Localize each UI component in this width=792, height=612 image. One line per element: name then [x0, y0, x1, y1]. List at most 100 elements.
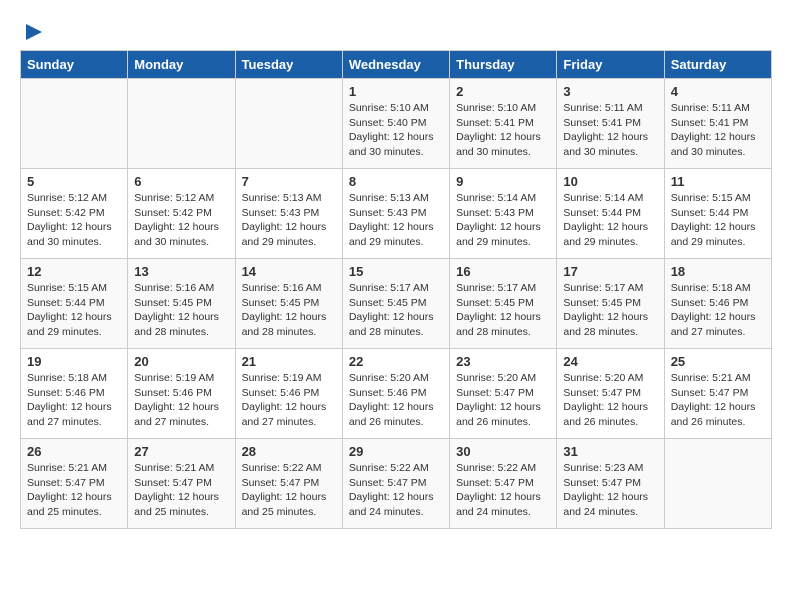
day-info: Sunrise: 5:10 AM Sunset: 5:40 PM Dayligh… [349, 101, 443, 160]
day-number: 26 [27, 444, 121, 459]
calendar-cell: 1Sunrise: 5:10 AM Sunset: 5:40 PM Daylig… [342, 79, 449, 169]
day-number: 4 [671, 84, 765, 99]
calendar-week-3: 12 Sunrise: 5:15 AM Sunset: 5:44 PM Dayli… [21, 259, 772, 349]
day-info: Sunrise: 5:19 AM Sunset: 5:46 PM Dayligh… [134, 371, 228, 430]
day-number: 3 [563, 84, 657, 99]
day-info: Sunrise: 5:17 AM Sunset: 5:45 PM Dayligh… [456, 281, 550, 340]
day-number: 16 [456, 264, 550, 279]
day-number: 20 [134, 354, 228, 369]
day-info: Sunrise: 5:15 AM Sunset: 5:44 PM Dayligh… [671, 191, 765, 250]
day-info: Sunrise: 5:13 AM Sunset: 5:43 PM Dayligh… [349, 191, 443, 250]
calendar-cell: 11 Sunrise: 5:15 AM Sunset: 5:44 PM Dayli… [664, 169, 771, 259]
logo [20, 20, 46, 40]
day-info: Sunrise: 5:11 AM Sunset: 5:41 PM Dayligh… [671, 101, 765, 160]
day-header-sunday: Sunday [21, 51, 128, 79]
day-info: Sunrise: 5:17 AM Sunset: 5:45 PM Dayligh… [349, 281, 443, 340]
calendar-cell: 25Sunrise: 5:21 AM Sunset: 5:47 PM Dayli… [664, 349, 771, 439]
calendar-cell [235, 79, 342, 169]
calendar-header-row: SundayMondayTuesdayWednesdayThursdayFrid… [21, 51, 772, 79]
day-info: Sunrise: 5:20 AM Sunset: 5:47 PM Dayligh… [456, 371, 550, 430]
calendar-cell: 31Sunrise: 5:23 AM Sunset: 5:47 PM Dayli… [557, 439, 664, 529]
calendar-cell: 30Sunrise: 5:22 AM Sunset: 5:47 PM Dayli… [450, 439, 557, 529]
calendar-cell: 29 Sunrise: 5:22 AM Sunset: 5:47 PM Dayli… [342, 439, 449, 529]
day-info: Sunrise: 5:16 AM Sunset: 5:45 PM Dayligh… [134, 281, 228, 340]
calendar-cell [21, 79, 128, 169]
day-number: 11 [671, 174, 765, 189]
day-number: 15 [349, 264, 443, 279]
day-number: 13 [134, 264, 228, 279]
calendar-cell: 8 Sunrise: 5:13 AM Sunset: 5:43 PM Daylig… [342, 169, 449, 259]
day-info: Sunrise: 5:17 AM Sunset: 5:45 PM Dayligh… [563, 281, 657, 340]
day-info: Sunrise: 5:14 AM Sunset: 5:44 PM Dayligh… [563, 191, 657, 250]
day-header-thursday: Thursday [450, 51, 557, 79]
day-number: 6 [134, 174, 228, 189]
day-number: 7 [242, 174, 336, 189]
page-header [20, 20, 772, 40]
day-number: 18 [671, 264, 765, 279]
day-number: 27 [134, 444, 228, 459]
calendar-cell: 9Sunrise: 5:14 AM Sunset: 5:43 PM Daylig… [450, 169, 557, 259]
day-number: 5 [27, 174, 121, 189]
day-number: 2 [456, 84, 550, 99]
day-info: Sunrise: 5:18 AM Sunset: 5:46 PM Dayligh… [671, 281, 765, 340]
day-info: Sunrise: 5:14 AM Sunset: 5:43 PM Dayligh… [456, 191, 550, 250]
calendar-cell: 24Sunrise: 5:20 AM Sunset: 5:47 PM Dayli… [557, 349, 664, 439]
day-number: 24 [563, 354, 657, 369]
calendar-cell: 15 Sunrise: 5:17 AM Sunset: 5:45 PM Dayli… [342, 259, 449, 349]
day-number: 10 [563, 174, 657, 189]
calendar-week-5: 26 Sunrise: 5:21 AM Sunset: 5:47 PM Dayli… [21, 439, 772, 529]
calendar-cell: 21 Sunrise: 5:19 AM Sunset: 5:46 PM Dayli… [235, 349, 342, 439]
calendar-cell: 2 Sunrise: 5:10 AM Sunset: 5:41 PM Daylig… [450, 79, 557, 169]
calendar-table: SundayMondayTuesdayWednesdayThursdayFrid… [20, 50, 772, 529]
day-info: Sunrise: 5:22 AM Sunset: 5:47 PM Dayligh… [242, 461, 336, 520]
calendar-cell [128, 79, 235, 169]
day-info: Sunrise: 5:12 AM Sunset: 5:42 PM Dayligh… [27, 191, 121, 250]
calendar-cell: 6Sunrise: 5:12 AM Sunset: 5:42 PM Daylig… [128, 169, 235, 259]
day-number: 25 [671, 354, 765, 369]
calendar-cell: 3 Sunrise: 5:11 AM Sunset: 5:41 PM Daylig… [557, 79, 664, 169]
day-info: Sunrise: 5:20 AM Sunset: 5:46 PM Dayligh… [349, 371, 443, 430]
calendar-cell: 12 Sunrise: 5:15 AM Sunset: 5:44 PM Dayli… [21, 259, 128, 349]
day-number: 28 [242, 444, 336, 459]
day-number: 8 [349, 174, 443, 189]
day-number: 31 [563, 444, 657, 459]
calendar-cell: 17 Sunrise: 5:17 AM Sunset: 5:45 PM Dayli… [557, 259, 664, 349]
day-number: 23 [456, 354, 550, 369]
calendar-cell [664, 439, 771, 529]
calendar-cell: 19 Sunrise: 5:18 AM Sunset: 5:46 PM Dayli… [21, 349, 128, 439]
day-number: 29 [349, 444, 443, 459]
day-info: Sunrise: 5:21 AM Sunset: 5:47 PM Dayligh… [27, 461, 121, 520]
day-number: 19 [27, 354, 121, 369]
calendar-cell: 16 Sunrise: 5:17 AM Sunset: 5:45 PM Dayli… [450, 259, 557, 349]
day-info: Sunrise: 5:13 AM Sunset: 5:43 PM Dayligh… [242, 191, 336, 250]
calendar-cell: 22Sunrise: 5:20 AM Sunset: 5:46 PM Dayli… [342, 349, 449, 439]
calendar-cell: 26 Sunrise: 5:21 AM Sunset: 5:47 PM Dayli… [21, 439, 128, 529]
calendar-week-4: 19 Sunrise: 5:18 AM Sunset: 5:46 PM Dayli… [21, 349, 772, 439]
day-info: Sunrise: 5:22 AM Sunset: 5:47 PM Dayligh… [349, 461, 443, 520]
day-header-wednesday: Wednesday [342, 51, 449, 79]
day-info: Sunrise: 5:15 AM Sunset: 5:44 PM Dayligh… [27, 281, 121, 340]
logo-icon [22, 20, 46, 44]
calendar-cell: 13 Sunrise: 5:16 AM Sunset: 5:45 PM Dayli… [128, 259, 235, 349]
calendar-cell: 4 Sunrise: 5:11 AM Sunset: 5:41 PM Daylig… [664, 79, 771, 169]
day-info: Sunrise: 5:21 AM Sunset: 5:47 PM Dayligh… [134, 461, 228, 520]
calendar-cell: 5 Sunrise: 5:12 AM Sunset: 5:42 PM Daylig… [21, 169, 128, 259]
calendar-cell: 14Sunrise: 5:16 AM Sunset: 5:45 PM Dayli… [235, 259, 342, 349]
day-number: 17 [563, 264, 657, 279]
calendar-week-1: 1Sunrise: 5:10 AM Sunset: 5:40 PM Daylig… [21, 79, 772, 169]
day-number: 12 [27, 264, 121, 279]
day-info: Sunrise: 5:10 AM Sunset: 5:41 PM Dayligh… [456, 101, 550, 160]
day-info: Sunrise: 5:19 AM Sunset: 5:46 PM Dayligh… [242, 371, 336, 430]
day-number: 21 [242, 354, 336, 369]
day-info: Sunrise: 5:11 AM Sunset: 5:41 PM Dayligh… [563, 101, 657, 160]
day-header-tuesday: Tuesday [235, 51, 342, 79]
day-info: Sunrise: 5:18 AM Sunset: 5:46 PM Dayligh… [27, 371, 121, 430]
calendar-cell: 18 Sunrise: 5:18 AM Sunset: 5:46 PM Dayli… [664, 259, 771, 349]
calendar-cell: 7 Sunrise: 5:13 AM Sunset: 5:43 PM Daylig… [235, 169, 342, 259]
day-number: 14 [242, 264, 336, 279]
day-header-saturday: Saturday [664, 51, 771, 79]
day-number: 30 [456, 444, 550, 459]
calendar-cell: 28 Sunrise: 5:22 AM Sunset: 5:47 PM Dayli… [235, 439, 342, 529]
day-header-monday: Monday [128, 51, 235, 79]
calendar-cell: 10 Sunrise: 5:14 AM Sunset: 5:44 PM Dayli… [557, 169, 664, 259]
